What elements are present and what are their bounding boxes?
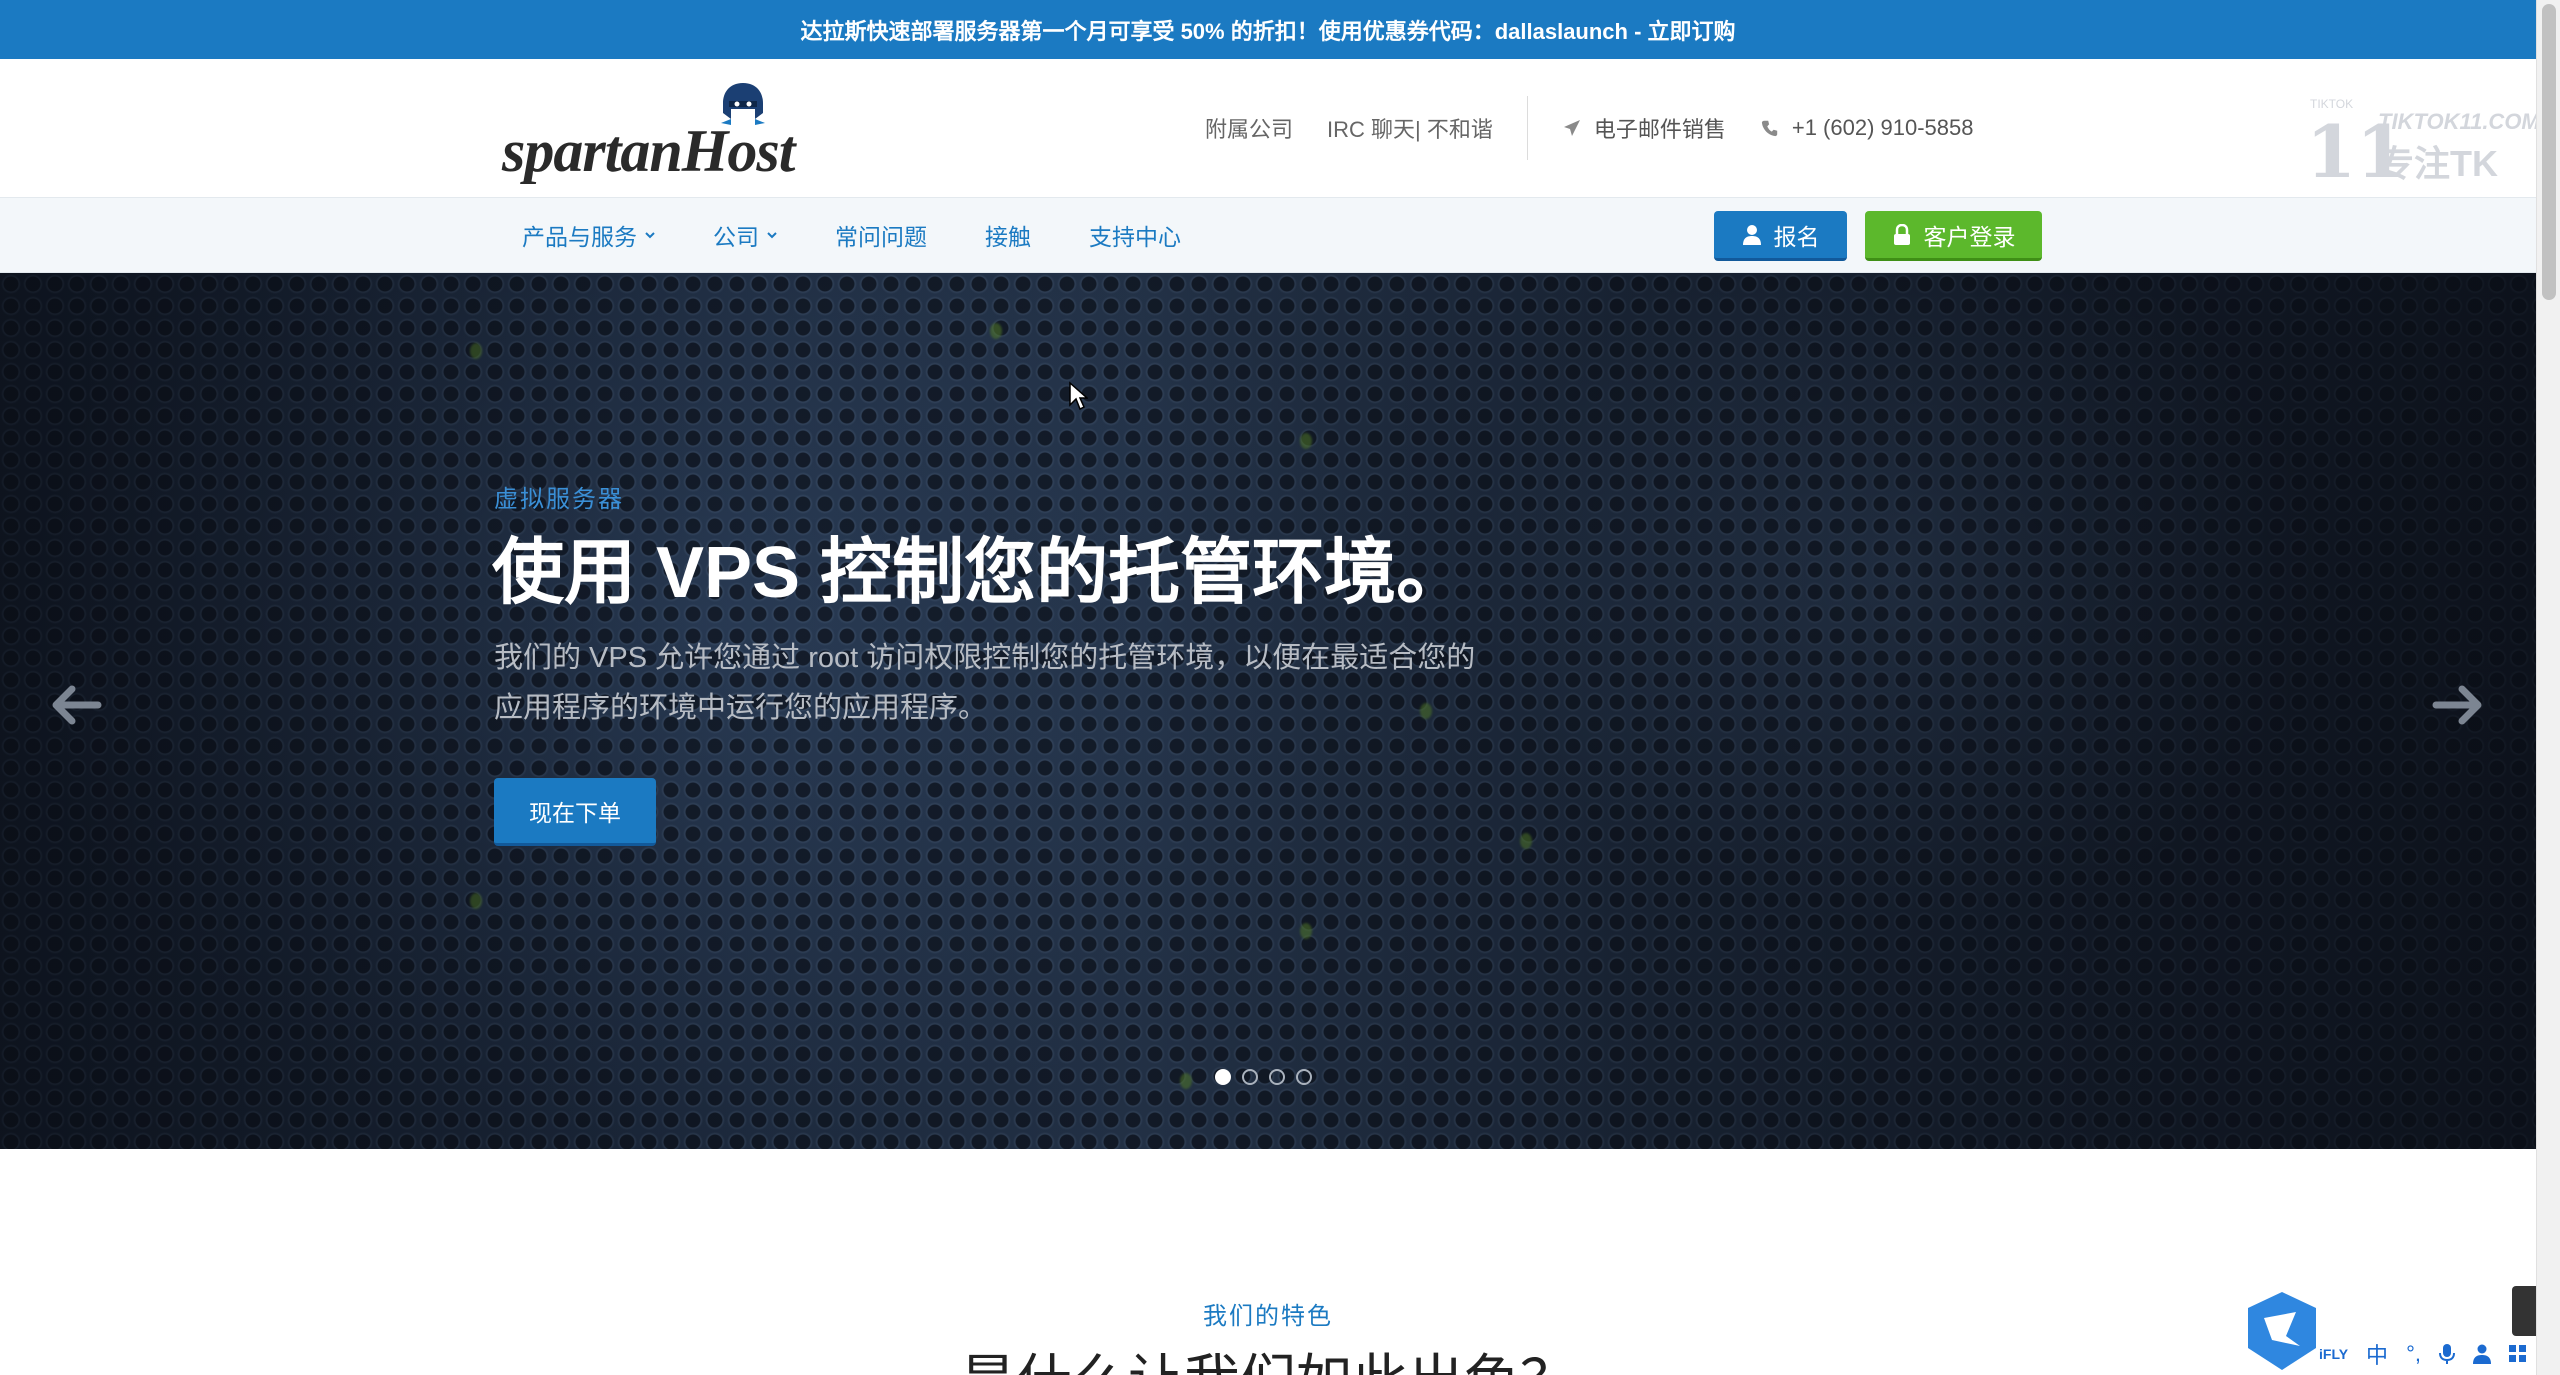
irc-discord-link[interactable]: IRC 聊天| 不和谐 xyxy=(1327,112,1493,144)
slider-dot[interactable] xyxy=(1269,1069,1285,1085)
watermark-brand: 专注TK xyxy=(2378,143,2498,184)
phone-number: +1 (602) 910-5858 xyxy=(1791,115,1974,140)
scrollbar-thumb[interactable] xyxy=(2542,4,2556,300)
slider-pagination xyxy=(1215,1069,1323,1085)
hero-slider: 虚拟服务器 使用 VPS 控制您的托管环境。 我们的 VPS 允许您通过 roo… xyxy=(0,273,2536,1149)
order-now-button[interactable]: 现在下单 xyxy=(494,778,656,846)
paper-plane-icon xyxy=(1562,118,1582,138)
nav-item-faq[interactable]: 常问问题 xyxy=(835,218,927,252)
phone-link[interactable]: +1 (602) 910-5858 xyxy=(1760,115,1974,141)
header-top-links: 附属公司 IRC 聊天| 不和谐 电子邮件销售 +1 (602) 910-585… xyxy=(1205,59,1974,197)
features-kicker: 我们的特色 xyxy=(1203,1303,1333,1330)
features-title: 是什么让我们如此出色？ xyxy=(0,1336,2536,1375)
client-login-label: 客户登录 xyxy=(1923,223,2016,250)
page: 达拉斯快速部署服务器第一个月可享受 50% 的折扣！使用优惠券代码：dallas… xyxy=(0,0,2560,1375)
client-login-button[interactable]: 客户登录 xyxy=(1865,211,2042,261)
site-logo[interactable]: spartanHost xyxy=(500,77,820,187)
nav-items: 产品与服务 公司 常问问题 接触 支持中心 xyxy=(522,198,1239,272)
watermark-logo: TIKTOK 11 TIKTOK11.COM 专注TK xyxy=(2306,97,2540,194)
nav-item-label: 公司 xyxy=(713,224,759,250)
ime-strip: iFLY 中 °, xyxy=(2310,1336,2536,1372)
hero-lead-text: 我们的 VPS 允许您通过 root 访问权限控制您的托管环境，以便在最适合您的… xyxy=(494,642,1476,724)
nav-item-support[interactable]: 支持中心 xyxy=(1089,218,1181,252)
chevron-down-icon xyxy=(767,232,777,239)
ime-logo-icon[interactable]: iFLY xyxy=(2319,1346,2348,1362)
slider-prev-arrow-icon[interactable] xyxy=(50,683,102,727)
grid-icon[interactable] xyxy=(2508,1345,2527,1363)
nav-item-company[interactable]: 公司 xyxy=(713,218,777,252)
slider-dot[interactable] xyxy=(1296,1069,1312,1085)
slider-dot[interactable] xyxy=(1215,1069,1231,1085)
signup-button[interactable]: 报名 xyxy=(1714,211,1847,261)
user-icon xyxy=(1742,224,1761,245)
lock-icon xyxy=(1893,223,1910,245)
signup-label: 报名 xyxy=(1773,223,1820,250)
nav-item-products[interactable]: 产品与服务 xyxy=(522,218,655,252)
main-nav: 产品与服务 公司 常问问题 接触 支持中心 报名 客户登录 xyxy=(0,197,2536,273)
page-scrollbar[interactable] xyxy=(2536,0,2560,1375)
site-header: spartanHost 附属公司 IRC 聊天| 不和谐 电子邮件销售 +1 (… xyxy=(0,59,2540,197)
order-now-label: 现在下单 xyxy=(529,799,621,826)
nav-item-label: 产品与服务 xyxy=(522,224,637,250)
mouse-cursor-icon xyxy=(1069,381,1088,411)
ime-toolbar: iFLY 中 °, xyxy=(2240,1286,2536,1375)
slider-dot[interactable] xyxy=(1242,1069,1258,1085)
chevron-down-icon xyxy=(645,232,655,239)
email-sales-link[interactable]: 电子邮件销售 xyxy=(1562,112,1726,144)
microphone-icon[interactable] xyxy=(2438,1343,2455,1365)
watermark-site: TIKTOK11.COM xyxy=(2378,109,2540,134)
phone-icon xyxy=(1760,118,1780,138)
nav-item-contact[interactable]: 接触 xyxy=(985,218,1031,252)
ime-punctuation[interactable]: °, xyxy=(2406,1341,2421,1367)
slider-next-arrow-icon[interactable] xyxy=(2432,683,2484,727)
hero-eyebrow: 虚拟服务器 xyxy=(494,486,624,513)
hero-headline: 使用 VPS 控制您的托管环境。 xyxy=(492,533,1469,613)
header-divider xyxy=(1526,96,1528,160)
email-sales-label: 电子邮件销售 xyxy=(1593,117,1726,142)
ime-side-tab[interactable] xyxy=(2512,1286,2536,1336)
logo-wordmark: spartanHost xyxy=(502,118,795,184)
affiliates-link[interactable]: 附属公司 xyxy=(1205,112,1293,144)
user-icon[interactable] xyxy=(2472,1344,2491,1364)
ime-chinese-mode[interactable]: 中 xyxy=(2366,1338,2388,1370)
promo-text[interactable]: 达拉斯快速部署服务器第一个月可享受 50% 的折扣！使用优惠券代码：dallas… xyxy=(800,14,1735,46)
promo-banner[interactable]: 达拉斯快速部署服务器第一个月可享受 50% 的折扣！使用优惠券代码：dallas… xyxy=(0,0,2536,59)
